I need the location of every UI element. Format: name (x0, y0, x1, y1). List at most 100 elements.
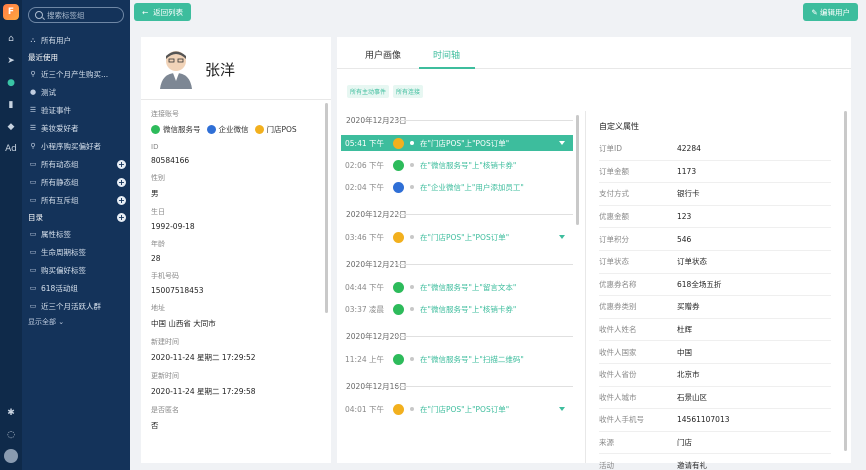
attribute-key: 活动 (599, 460, 614, 470)
filter-tag[interactable]: 所有主动事件 (347, 85, 390, 98)
timeline-event[interactable]: 11:24 上午 在"微信服务号"上"扫描二维码" (341, 351, 573, 367)
tab-user-portrait[interactable]: 用户画像 (365, 48, 401, 61)
sidebar-item-exclusive-groups[interactable]: ▭ 所有互斥组 + (22, 191, 130, 209)
attribute-key: 优惠金额 (599, 212, 629, 222)
attribute-row: 收件人国家 中国 (599, 341, 831, 364)
search-placeholder: 搜索标签组 (47, 10, 85, 20)
sidebar-item-catalog[interactable]: ▭ 618活动组 (22, 279, 130, 297)
attribute-row: 优惠券类别 买赠券 (599, 296, 831, 319)
add-group-button[interactable]: + (117, 159, 126, 169)
timeline-event[interactable]: 04:01 下午 在"门店POS"上"POS订单" (341, 401, 573, 417)
sidebar-item-catalog[interactable]: ▭ 近三个月活跃人群 (22, 297, 130, 315)
timeline-event[interactable]: 04:44 下午 在"微信服务号"上"留言文本" (341, 279, 573, 295)
user-icon[interactable]: ● (0, 72, 22, 94)
user-circle-icon: ● (29, 88, 37, 96)
sidebar-item-recent[interactable]: ● 测试 (22, 83, 130, 101)
sidebar-item-dynamic-groups[interactable]: ▭ 所有动态组 + (22, 155, 130, 173)
recent-heading: 最近使用 (28, 52, 58, 62)
profile-card: 张洋 连接账号 微信服务号 企业微信 门店POS ID 80584166 性别男 … (141, 37, 331, 463)
timeline-event[interactable]: 03:37 凌晨 在"微信服务号"上"核销卡券" (341, 301, 573, 317)
catalog-heading: 目录 + (28, 212, 126, 222)
folder-icon: ▭ (29, 160, 37, 168)
tab-timeline[interactable]: 时间轴 (433, 48, 460, 61)
timeline: 2020年12月23日 05:41 下午 在"门店POS"上"POS订单" 02:06… (341, 111, 577, 463)
attribute-value: 订单状态 (677, 257, 707, 267)
top-bar: ← 返回列表 ✎ 编辑用户 (130, 0, 866, 30)
scrollbar[interactable] (325, 103, 328, 313)
pos-icon (393, 403, 404, 415)
scrollbar[interactable] (576, 115, 579, 225)
home-icon[interactable]: ⌂ (0, 28, 22, 50)
timeline-dot (410, 163, 414, 167)
timeline-dot (410, 357, 414, 361)
ad-icon[interactable]: Ad (0, 138, 22, 160)
search-icon (35, 11, 43, 19)
sidebar-item-recent[interactable]: ⚲ 近三个月产生购买... (22, 65, 130, 83)
timeline-event[interactable]: 03:46 下午 在"门店POS"上"POS订单" (341, 229, 573, 245)
caret-down-icon[interactable] (559, 141, 565, 145)
app-logo[interactable]: F (3, 4, 19, 20)
caret-down-icon[interactable] (559, 407, 565, 411)
sidebar-item-recent[interactable]: ☰ 美妆爱好者 (22, 119, 130, 137)
field-phone: 手机号码 15007518453 (151, 272, 204, 295)
filter-tag[interactable]: 所有连接 (393, 85, 424, 98)
attribute-row: 支付方式 银行卡 (599, 183, 831, 206)
add-catalog-button[interactable]: + (117, 212, 126, 222)
profile-name: 张洋 (205, 61, 236, 79)
wecom-icon (206, 125, 216, 134)
attribute-value: 546 (677, 234, 692, 244)
sidebar-item-catalog[interactable]: ▭ 生命周期标签 (22, 243, 130, 261)
edit-user-button[interactable]: ✎ 编辑用户 (803, 3, 858, 21)
sidebar-item-catalog[interactable]: ▭ 购买偏好标签 (22, 261, 130, 279)
users-icon: ⛬ (30, 35, 36, 44)
linked-accounts: 微信服务号 企业微信 门店POS (151, 124, 323, 135)
sidebar-item-recent[interactable]: ⚲ 小程序购买偏好者 (22, 137, 130, 155)
icon-rail: F ⌂ ➤ ● ▮ ◆ Ad ✱ ◌ (0, 0, 22, 470)
event-text: 在"门店POS"上"POS订单" (420, 404, 510, 414)
attribute-value: 门店 (677, 438, 692, 448)
folder-icon: ▭ (29, 230, 37, 238)
attribute-row: 来源 门店 (599, 432, 831, 455)
event-time: 05:41 下午 (345, 138, 384, 148)
send-icon[interactable]: ➤ (0, 50, 22, 72)
sidebar-item-all-users[interactable]: ⛬ 所有用户 (22, 31, 130, 49)
timeline-event[interactable]: 02:04 下午 在"企业微信"上"用户添加员工" (341, 179, 573, 195)
chart-icon[interactable]: ▮ (0, 94, 22, 116)
attribute-value: 买赠券 (677, 302, 700, 312)
timeline-date-line (395, 120, 573, 121)
timeline-dot (410, 185, 414, 189)
attribute-key: 收件人省份 (599, 370, 637, 380)
profile-fields: 连接账号 微信服务号 企业微信 门店POS ID 80584166 性别男 生日 1… (151, 107, 323, 439)
scrollbar[interactable] (844, 111, 847, 451)
tag-sidebar: 搜索标签组 ⛬ 所有用户 最近使用 ⚲ 近三个月产生购买... ● 测试 ☰ 验证事件 … (22, 0, 130, 470)
sidebar-item-recent[interactable]: ☰ 验证事件 (22, 101, 130, 119)
caret-down-icon[interactable] (559, 235, 565, 239)
event-time: 04:44 下午 (345, 282, 384, 292)
attribute-key: 收件人姓名 (599, 325, 637, 335)
show-all-link[interactable]: 显示全部 ⌄ (22, 315, 130, 329)
gear-icon[interactable]: ✱ (0, 402, 22, 424)
edit-icon: ✎ (811, 7, 818, 17)
attribute-value: 银行卡 (677, 189, 700, 199)
back-to-list-button[interactable]: ← 返回列表 (134, 3, 192, 21)
timeline-event[interactable]: 05:41 下午 在"门店POS"上"POS订单" (341, 135, 573, 151)
account-avatar[interactable] (4, 449, 18, 463)
timeline-dot (410, 141, 414, 145)
timeline-date-line (395, 264, 573, 265)
attribute-key: 订单状态 (599, 257, 629, 267)
field-age: 年龄 28 (151, 240, 165, 263)
attribute-key: 支付方式 (599, 189, 629, 199)
timeline-event[interactable]: 02:06 下午 在"微信服务号"上"核销卡券" (341, 157, 573, 173)
add-group-button[interactable]: + (117, 195, 126, 205)
chat-icon[interactable]: ◆ (0, 116, 22, 138)
field-created: 新建时间 2020-11-24 星期二 17:29:52 (151, 338, 256, 362)
search-input[interactable]: 搜索标签组 (28, 7, 124, 23)
message-icon[interactable]: ◌ (0, 424, 22, 446)
sidebar-item-static-groups[interactable]: ▭ 所有静态组 + (22, 173, 130, 191)
event-text: 在"门店POS"上"POS订单" (420, 232, 510, 242)
sidebar-item-catalog[interactable]: ▭ 属性标签 (22, 225, 130, 243)
pos-icon (393, 137, 404, 149)
add-group-button[interactable]: + (117, 177, 126, 187)
attribute-row: 收件人姓名 杜辉 (599, 319, 831, 342)
attribute-list: 订单ID 42284 订单金额 1173 支付方式 银行卡 优惠金额 123 订单积分 546 订单… (599, 138, 831, 470)
